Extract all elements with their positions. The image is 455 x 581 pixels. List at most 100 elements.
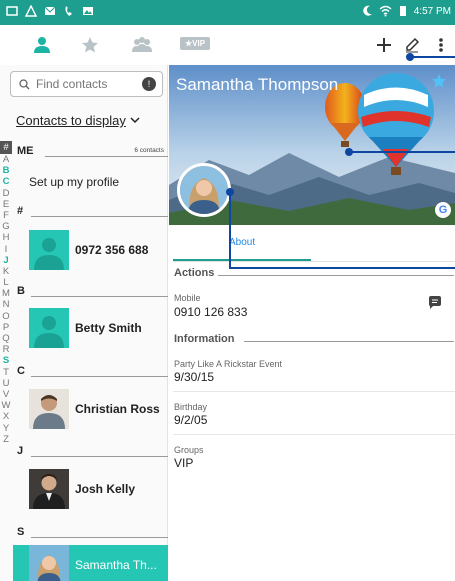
profile-photo-image <box>180 166 228 214</box>
mobile-number[interactable]: 0910 126 833 <box>174 305 247 319</box>
contacts-count: 6 contacts <box>134 147 164 154</box>
index-letter-s[interactable]: S <box>0 355 12 366</box>
contact-name: Betty Smith <box>75 321 142 335</box>
contact-filter-button[interactable]: ! <box>142 77 156 91</box>
index-letter-f[interactable]: F <box>0 210 12 221</box>
birthday-label: Birthday <box>174 402 208 412</box>
index-letter-r[interactable]: R <box>0 344 12 355</box>
index-letter-o[interactable]: O <box>0 311 12 322</box>
index-letter-hash[interactable]: # <box>0 141 12 154</box>
contact-profile-photo[interactable] <box>177 163 231 217</box>
alphabet-index[interactable]: # A B C D E F G H I J K L M N O P Q R S T U V W X Y Z <box>0 141 12 581</box>
favorite-star-icon[interactable] <box>431 73 447 89</box>
section-letter: J <box>17 445 24 457</box>
contact-row-betty-smith[interactable]: Betty Smith <box>13 305 168 351</box>
contacts-to-display-dropdown[interactable]: Contacts to display <box>16 113 140 128</box>
contact-avatar-photo <box>29 469 69 509</box>
index-letter-h[interactable]: H <box>0 232 12 243</box>
add-contact-button[interactable] <box>371 32 397 58</box>
index-letter-k[interactable]: K <box>0 266 12 277</box>
edit-icon <box>406 37 420 53</box>
section-header-b: B <box>13 283 168 299</box>
index-letter-l[interactable]: L <box>0 277 12 288</box>
index-letter-x[interactable]: X <box>0 411 12 422</box>
moon-icon <box>363 5 372 16</box>
actions-section-title: Actions <box>174 267 454 279</box>
section-header-hash: # <box>13 203 168 219</box>
actions-title: Actions <box>174 267 215 279</box>
mobile-label: Mobile <box>174 293 201 303</box>
search-box[interactable]: ! <box>10 71 163 97</box>
set-up-profile-link[interactable]: Set up my profile <box>29 175 119 189</box>
section-letter: # <box>17 205 24 217</box>
contact-row-christian-ross[interactable]: Christian Ross <box>13 386 168 432</box>
contact-avatar-photo <box>29 389 69 429</box>
section-header-s: S <box>13 524 168 540</box>
favorites-tab[interactable] <box>78 34 102 56</box>
contacts-to-display-label: Contacts to display <box>16 113 126 128</box>
vip-tab[interactable]: ★VIP <box>180 37 211 50</box>
contact-row-samantha-thompson[interactable]: Samantha Th... <box>13 545 168 581</box>
index-letter-u[interactable]: U <box>0 378 12 389</box>
add-icon <box>377 38 391 52</box>
status-left-icons <box>6 5 94 17</box>
index-letter-v[interactable]: V <box>0 389 12 400</box>
contact-row-josh-kelly[interactable]: Josh Kelly <box>13 466 168 512</box>
index-letter-t[interactable]: T <box>0 367 12 378</box>
section-header-c: C <box>13 363 168 379</box>
person-icon <box>34 37 50 53</box>
search-input[interactable] <box>36 77 136 91</box>
contact-name: Josh Kelly <box>75 482 136 496</box>
index-letter-q[interactable]: Q <box>0 333 12 344</box>
index-letter-z[interactable]: Z <box>0 434 12 445</box>
contact-avatar-photo <box>29 545 69 581</box>
section-letter: S <box>17 526 25 538</box>
more-options-button[interactable] <box>428 32 454 58</box>
message-icon[interactable] <box>427 295 443 311</box>
edit-contact-button[interactable] <box>399 32 425 58</box>
contacts-list-pane: ! Contacts to display #ABCDEFGHIJKLMNOPQ… <box>0 65 168 581</box>
contact-detail-pane: Samantha Thompson G About Actions Mobile… <box>169 65 455 581</box>
notification-icon <box>6 6 18 16</box>
index-letter-b[interactable]: B <box>0 165 12 176</box>
contacts-tab[interactable] <box>30 34 54 56</box>
section-letter: ME <box>17 145 34 157</box>
event-label: Party Like A Rickstar Event <box>174 359 283 369</box>
battery-icon <box>399 6 406 16</box>
index-letter-y[interactable]: Y <box>0 423 12 434</box>
wifi-icon <box>379 5 392 17</box>
status-right-icons: 4:57 PM <box>362 5 451 17</box>
index-letter-j[interactable]: J <box>0 255 12 266</box>
index-letter-g[interactable]: G <box>0 221 12 232</box>
index-letter-m[interactable]: M <box>0 288 12 299</box>
status-time: 4:57 PM <box>413 5 451 17</box>
information-title: Information <box>174 333 235 345</box>
contact-avatar-placeholder <box>29 230 69 270</box>
warning-icon <box>25 5 37 17</box>
index-letter-p[interactable]: P <box>0 322 12 333</box>
information-section-title: Information <box>174 333 454 345</box>
index-letter-i[interactable]: I <box>0 244 12 255</box>
tab-divider <box>173 261 455 262</box>
more-icon <box>439 38 443 52</box>
index-letter-a[interactable]: A <box>0 154 12 165</box>
index-letter-d[interactable]: D <box>0 188 12 199</box>
status-bar: 4:57 PM <box>0 0 455 25</box>
google-account-badge: G <box>435 202 451 218</box>
groups-tab[interactable] <box>130 34 154 56</box>
contacts-app: 4:57 PM ★VIP ! <box>0 0 455 581</box>
event-date: 9/30/15 <box>174 370 215 384</box>
section-letter: C <box>17 365 25 377</box>
contact-name: Christian Ross <box>75 402 160 416</box>
index-letter-w[interactable]: W <box>0 400 12 411</box>
groups-value: VIP <box>174 456 194 470</box>
index-letter-e[interactable]: E <box>0 199 12 210</box>
chevron-down-icon <box>130 117 140 124</box>
groups-label: Groups <box>174 445 204 455</box>
contact-row-0972-356-688[interactable]: 0972 356 688 <box>13 227 168 273</box>
index-letter-n[interactable]: N <box>0 299 12 310</box>
contact-display-name: Samantha Thompson <box>176 75 339 94</box>
star-icon <box>82 37 98 53</box>
tab-about[interactable]: About <box>229 237 255 248</box>
index-letter-c[interactable]: C <box>0 176 12 187</box>
